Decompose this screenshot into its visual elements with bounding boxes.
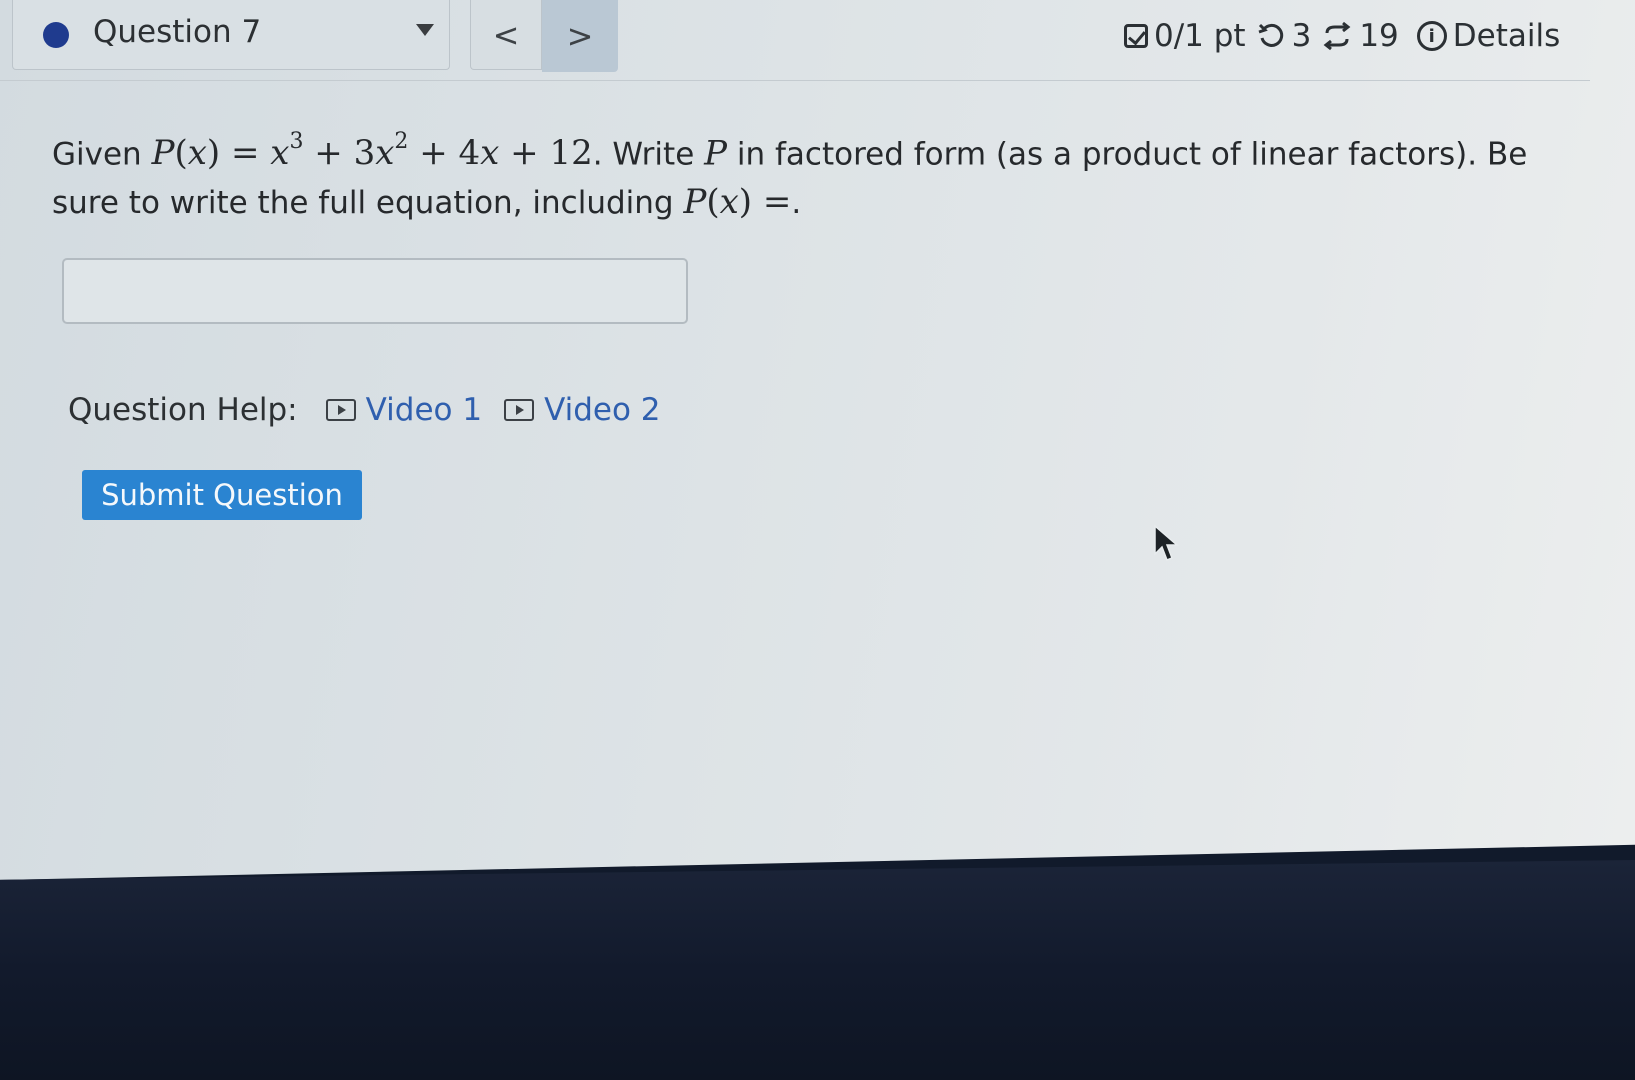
question-help: Question Help: Video 1 Video 2 bbox=[68, 392, 683, 428]
question-help-label: Question Help: bbox=[68, 392, 298, 428]
retries-value: 3 bbox=[1291, 18, 1312, 54]
retries-indicator: 3 bbox=[1256, 18, 1312, 54]
variable-p: P bbox=[704, 133, 728, 174]
video-2-link[interactable]: Video 2 bbox=[504, 392, 661, 428]
answer-input[interactable] bbox=[62, 258, 688, 324]
submit-question-button[interactable]: Submit Question bbox=[82, 470, 362, 520]
video-1-label: Video 1 bbox=[365, 392, 483, 428]
check-square-icon bbox=[1124, 24, 1148, 48]
required-prefix: P(x) = bbox=[683, 182, 792, 223]
chevron-left-icon: < bbox=[492, 15, 520, 54]
info-icon: i bbox=[1416, 21, 1447, 51]
next-question-button[interactable]: > bbox=[542, 0, 618, 72]
chevron-right-icon: > bbox=[566, 17, 594, 55]
play-icon bbox=[504, 399, 535, 421]
details-link[interactable]: i Details bbox=[1416, 18, 1561, 54]
given-word: Given bbox=[52, 136, 142, 173]
monitor-bezel bbox=[0, 860, 1635, 1080]
mouse-cursor-icon bbox=[1154, 524, 1180, 561]
video-1-link[interactable]: Video 1 bbox=[325, 392, 483, 428]
attempts-indicator: 19 bbox=[1321, 18, 1399, 54]
attempts-icon bbox=[1323, 21, 1351, 51]
chevron-down-icon bbox=[416, 24, 434, 36]
points-value: 0/1 pt bbox=[1154, 18, 1246, 54]
status-dot-icon bbox=[43, 22, 69, 48]
points-indicator: 0/1 pt bbox=[1124, 18, 1246, 54]
question-label: Question 7 bbox=[93, 14, 262, 50]
attempts-value: 19 bbox=[1359, 18, 1399, 54]
polynomial-equation: P(x) = x3 + 3x2 + 4x + 12 bbox=[151, 129, 593, 174]
question-selector[interactable]: Question 7 bbox=[12, 0, 450, 70]
screen: Question 7 < > 0/1 pt 3 19 i Details Giv… bbox=[0, 0, 1635, 880]
question-meta: 0/1 pt 3 19 i Details bbox=[1124, 14, 1560, 58]
previous-question-button[interactable]: < bbox=[470, 0, 542, 70]
question-text: Given P(x) = x3 + 3x2 + 4x + 12. Write P… bbox=[52, 122, 1572, 227]
header-divider bbox=[0, 80, 1590, 81]
details-label: Details bbox=[1452, 18, 1561, 54]
retry-icon bbox=[1258, 23, 1283, 47]
text-after-equation: . Write bbox=[592, 136, 695, 173]
final-period: . bbox=[791, 185, 802, 222]
video-2-label: Video 2 bbox=[544, 392, 661, 428]
play-icon bbox=[325, 399, 356, 421]
